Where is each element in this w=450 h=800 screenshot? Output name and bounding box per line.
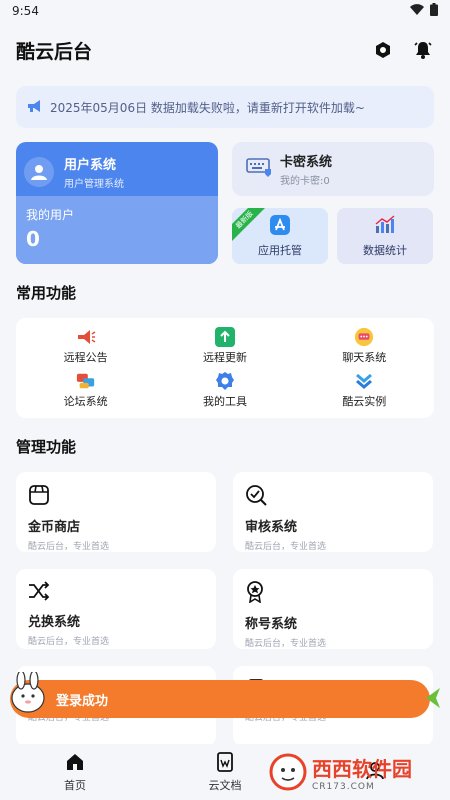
leaf-icon xyxy=(426,688,440,708)
data-stats-button[interactable]: 数据统计 xyxy=(337,208,433,264)
settings-hexagon-icon[interactable] xyxy=(372,39,394,61)
app-hosting-button[interactable]: 最新版 应用托管 xyxy=(232,208,328,264)
manage-section-title: 管理功能 xyxy=(16,438,77,456)
home-icon xyxy=(65,752,85,775)
badge-icon xyxy=(245,581,265,607)
kuyun-instance-label: 酷云实例 xyxy=(342,395,387,408)
review-system-subtitle: 酷云后台，专业首选 xyxy=(245,542,327,552)
megaphone-icon xyxy=(26,98,44,117)
page-title: 酷云后台 xyxy=(16,40,93,63)
card-system-title: 卡密系统 xyxy=(280,155,333,170)
user-system-title: 用户系统 xyxy=(64,158,117,173)
tab-home-label: 首页 xyxy=(64,778,86,792)
title-system-card[interactable]: 称号系统 酷云后台，专业首选 xyxy=(233,569,433,649)
forum-system-label: 论坛系统 xyxy=(63,395,108,408)
remote-update-item[interactable]: 远程更新 xyxy=(155,324,294,368)
chat-system-item[interactable]: 聊天系统 xyxy=(295,324,434,368)
megaphone-icon xyxy=(76,327,96,347)
status-bar: 9:54 xyxy=(0,0,450,22)
store-icon xyxy=(28,485,50,510)
battery-icon xyxy=(430,3,438,19)
card-system-subtitle: 我的卡密:0 xyxy=(280,176,330,187)
user-system-card[interactable]: 用户系统 用户管理系统 我的用户 0 xyxy=(16,142,218,264)
title-system-title: 称号系统 xyxy=(245,617,298,632)
tab-home[interactable]: 首页 xyxy=(0,744,150,800)
login-success-toast: 登录成功 xyxy=(0,672,446,724)
watermark-mascot-icon xyxy=(269,753,307,791)
check-search-icon xyxy=(245,485,267,510)
bell-icon[interactable] xyxy=(412,39,434,61)
review-system-card[interactable]: 审核系统 酷云后台，专业首选 xyxy=(233,472,433,552)
my-tools-label: 我的工具 xyxy=(202,395,247,408)
title-system-subtitle: 酷云后台，专业首选 xyxy=(245,639,327,649)
remote-notice-label: 远程公告 xyxy=(63,351,108,364)
common-section-title: 常用功能 xyxy=(16,284,77,302)
remote-notice-item[interactable]: 远程公告 xyxy=(16,324,155,368)
notice-text: 2025年05月06日 数据加载失败啦，请重新打开软件加载~ xyxy=(50,100,365,115)
upload-icon xyxy=(214,327,235,347)
watermark-logo: 西西软件园 CR173.COM xyxy=(268,748,440,796)
notice-bar[interactable]: 2025年05月06日 数据加载失败啦，请重新打开软件加载~ xyxy=(16,86,434,128)
wifi-icon xyxy=(410,3,424,19)
my-users-label: 我的用户 xyxy=(26,208,75,222)
app-bar: 酷云后台 xyxy=(0,22,450,78)
review-system-title: 审核系统 xyxy=(245,520,298,535)
gear-icon xyxy=(215,371,235,391)
my-users-count: 0 xyxy=(26,227,40,251)
my-users-panel: 我的用户 0 xyxy=(16,196,218,264)
exchange-system-subtitle: 酷云后台，专业首选 xyxy=(28,637,110,647)
toast-text: 登录成功 xyxy=(56,693,109,709)
tab-cloud-docs-label: 云文档 xyxy=(208,778,242,792)
forum-icon xyxy=(76,371,96,391)
coin-shop-card[interactable]: 金币商店 酷云后台，专业首选 xyxy=(16,472,216,552)
remote-update-label: 远程更新 xyxy=(202,351,247,364)
my-tools-item[interactable]: 我的工具 xyxy=(155,368,294,412)
chat-bubble-icon xyxy=(354,327,374,347)
top-cards: 用户系统 用户管理系统 我的用户 0 卡密系统 我的卡密:0 最新版 应用托管 … xyxy=(16,142,434,264)
shuffle-icon xyxy=(28,581,50,605)
chevrons-down-icon xyxy=(354,371,374,391)
card-system-card[interactable]: 卡密系统 我的卡密:0 xyxy=(232,142,434,196)
common-functions-panel: 远程公告 远程更新 聊天系统 论坛系统 我的工具 酷云实例 xyxy=(16,318,434,418)
bar-chart-icon xyxy=(374,214,396,238)
exchange-system-card[interactable]: 兑换系统 酷云后台，专业首选 xyxy=(16,569,216,649)
user-system-subtitle: 用户管理系统 xyxy=(64,179,124,190)
user-avatar-icon xyxy=(24,157,54,187)
watermark-sub-text: CR173.COM xyxy=(312,781,375,792)
new-ribbon: 最新版 xyxy=(232,208,268,243)
keyboard-shield-icon xyxy=(246,156,272,182)
chat-system-label: 聊天系统 xyxy=(342,351,387,364)
coin-shop-title: 金币商店 xyxy=(28,520,81,535)
exchange-system-title: 兑换系统 xyxy=(28,615,81,630)
kuyun-instance-item[interactable]: 酷云实例 xyxy=(295,368,434,412)
app-hosting-label: 应用托管 xyxy=(258,243,302,257)
data-stats-label: 数据统计 xyxy=(363,243,407,257)
app-store-icon xyxy=(270,214,290,238)
rabbit-icon xyxy=(11,672,45,713)
document-icon xyxy=(216,751,234,775)
forum-system-item[interactable]: 论坛系统 xyxy=(16,368,155,412)
status-time: 9:54 xyxy=(12,4,39,18)
watermark-main-text: 西西软件园 xyxy=(312,756,412,781)
coin-shop-subtitle: 酷云后台，专业首选 xyxy=(28,542,110,552)
